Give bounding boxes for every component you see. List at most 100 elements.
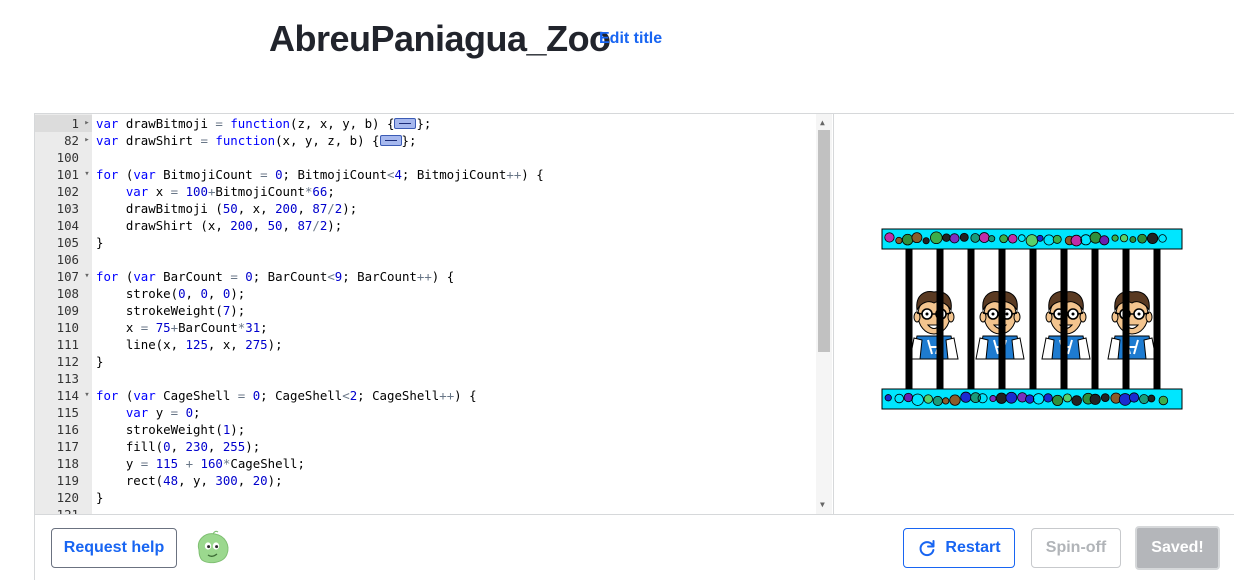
- line-number: 114: [56, 388, 79, 403]
- code-text: drawShirt (x, 200, 50, 87/2);: [96, 218, 343, 233]
- decorative-dot: [884, 232, 895, 243]
- saved-button[interactable]: Saved!: [1135, 526, 1220, 570]
- zoo-drawing: [881, 228, 1183, 410]
- decorative-dot: [1036, 234, 1044, 242]
- code-line[interactable]: 119 rect(48, y, 300, 20);: [35, 472, 832, 489]
- line-number: 101: [56, 167, 79, 182]
- scroll-thumb[interactable]: [818, 130, 830, 352]
- decorative-dot: [1051, 394, 1064, 406]
- code-line[interactable]: 103 drawBitmoji (50, x, 200, 87/2);: [35, 200, 832, 217]
- line-number: 118: [56, 456, 79, 471]
- decorative-dot: [1147, 394, 1156, 403]
- fold-toggle-icon[interactable]: ▾: [82, 387, 92, 404]
- line-number: 103: [56, 201, 79, 216]
- code-line[interactable]: 108 stroke(0, 0, 0);: [35, 285, 832, 302]
- line-number: 113: [56, 371, 79, 386]
- code-line[interactable]: 118 y = 115 + 160*CageShell;: [35, 455, 832, 472]
- decorative-dot: [1089, 231, 1102, 244]
- decorative-dot: [895, 236, 903, 245]
- decorative-dot: [1070, 234, 1083, 247]
- code-text: rect(48, y, 300, 20);: [96, 473, 283, 488]
- code-line[interactable]: 117 fill(0, 230, 255);: [35, 438, 832, 455]
- decorative-dot: [930, 231, 943, 245]
- decorative-dot: [989, 395, 997, 403]
- decorative-dot: [960, 391, 972, 403]
- scroll-up-arrow-icon[interactable]: ▲: [820, 118, 825, 127]
- code-text: line(x, 125, x, 275);: [96, 337, 283, 352]
- decorative-dot: [1146, 232, 1159, 244]
- code-line[interactable]: 106: [35, 251, 832, 268]
- scroll-down-arrow-icon[interactable]: ▼: [820, 500, 825, 509]
- code-line[interactable]: 114 ▾ for (var CageShell = 0; CageShell<2;…: [35, 387, 832, 404]
- code-line[interactable]: 120}: [35, 489, 832, 506]
- code-line[interactable]: 1 ▸ var drawBitmoji = function(z, x, y, b)…: [35, 115, 832, 132]
- decorative-dot: [959, 232, 969, 242]
- restart-button[interactable]: Restart: [903, 528, 1015, 568]
- code-line[interactable]: 107 ▾ for (var BarCount = 0; BarCount<9; B…: [35, 268, 832, 285]
- decorative-dot: [922, 237, 930, 245]
- code-line[interactable]: 111 line(x, 125, x, 275);: [35, 336, 832, 353]
- code-text: }: [96, 235, 104, 250]
- decorative-dot: [1018, 234, 1026, 242]
- fold-toggle-icon[interactable]: ▸: [82, 115, 92, 132]
- line-number: 109: [56, 303, 79, 318]
- fold-toggle-icon[interactable]: ▸: [82, 132, 92, 149]
- line-number: 105: [56, 235, 79, 250]
- fold-toggle-icon[interactable]: ▾: [82, 268, 92, 285]
- decorative-dot: [1139, 394, 1150, 405]
- decorative-dot: [932, 395, 943, 406]
- decorative-dot: [1118, 393, 1132, 406]
- bitmoji-figure: [909, 291, 959, 360]
- request-help-button[interactable]: Request help: [51, 528, 177, 568]
- decorative-dot: [923, 394, 933, 404]
- folded-code-widget[interactable]: [394, 118, 417, 129]
- code-line[interactable]: 82 ▸ var drawShirt = function(x, y, z, b) …: [35, 132, 832, 149]
- program-title: AbreuPaniagua_Zoo: [269, 18, 611, 59]
- code-line[interactable]: 121: [35, 506, 832, 514]
- code-line[interactable]: 112}: [35, 353, 832, 370]
- code-editor[interactable]: 1 ▸ var drawBitmoji = function(z, x, y, b)…: [35, 114, 832, 514]
- decorative-dot: [903, 392, 914, 403]
- code-text: drawBitmoji (50, x, 200, 87/2);: [96, 201, 358, 216]
- decorative-dot: [1137, 233, 1147, 244]
- decorative-dot: [1129, 236, 1137, 243]
- editor-footer: Request help Restart Spin-off Saved!: [35, 514, 1234, 580]
- line-number: 119: [56, 473, 79, 488]
- code-line[interactable]: 109 strokeWeight(7);: [35, 302, 832, 319]
- code-text: var x = 100+BitmojiCount*66;: [125, 184, 335, 199]
- decorative-dot: [1043, 234, 1055, 246]
- line-number: 102: [56, 184, 79, 199]
- code-line[interactable]: 101 ▾ for (var BitmojiCount = 0; BitmojiCo…: [35, 166, 832, 183]
- decorative-dot: [1032, 393, 1045, 405]
- code-text: }: [96, 354, 104, 369]
- refresh-icon: [920, 540, 935, 557]
- decorative-dot: [977, 393, 988, 404]
- code-text: var drawShirt = function(x, y, z, b) {};: [96, 133, 417, 148]
- code-line[interactable]: 105}: [35, 234, 832, 251]
- code-line[interactable]: 116 strokeWeight(1);: [35, 421, 832, 438]
- editor-scrollbar[interactable]: ▲ ▼: [816, 114, 832, 514]
- decorative-dot: [1099, 235, 1110, 246]
- line-number: 117: [56, 439, 79, 454]
- fold-toggle-icon[interactable]: ▾: [82, 166, 92, 183]
- code-line[interactable]: 104 drawShirt (x, 200, 50, 87/2);: [35, 217, 832, 234]
- code-line[interactable]: 102 var x = 100+BitmojiCount*66;: [35, 183, 832, 200]
- decorative-dot: [1089, 393, 1101, 405]
- code-text: for (var CageShell = 0; CageShell<2; Cag…: [96, 388, 477, 403]
- decorative-dot: [1128, 392, 1140, 403]
- line-number: 1: [71, 116, 79, 131]
- spin-off-button[interactable]: Spin-off: [1031, 528, 1121, 568]
- code-text: strokeWeight(7);: [96, 303, 246, 318]
- code-line[interactable]: 115 var y = 0;: [35, 404, 832, 421]
- decorative-dot: [1025, 394, 1035, 404]
- decorative-dot: [988, 235, 996, 243]
- output-canvas[interactable]: [833, 114, 1234, 514]
- decorative-dot: [978, 232, 990, 243]
- code-line[interactable]: 110 x = 75+BarCount*31;: [35, 319, 832, 336]
- decorative-dot: [1043, 393, 1053, 403]
- edit-title-link[interactable]: Edit title: [599, 30, 662, 48]
- code-line[interactable]: 100: [35, 149, 832, 166]
- decorative-dot: [1119, 234, 1129, 243]
- folded-code-widget[interactable]: [379, 135, 402, 146]
- code-line[interactable]: 113: [35, 370, 832, 387]
